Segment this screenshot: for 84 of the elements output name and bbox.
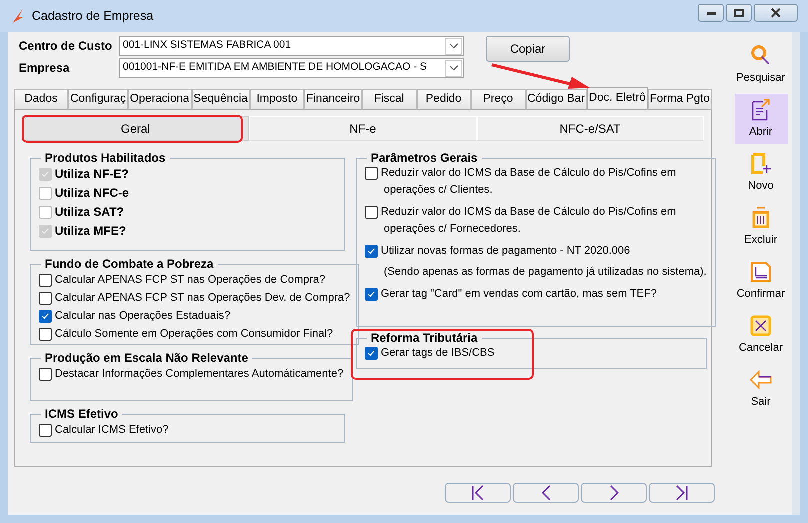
last-record-button[interactable] xyxy=(649,483,715,503)
checkmark-icon xyxy=(41,312,50,320)
dropdown-field[interactable]: 001-LINX SISTEMAS FABRICA 001 xyxy=(119,36,464,56)
checkbox-label: operações c/ Clientes. xyxy=(383,182,494,198)
toolbar-button[interactable]: Pesquisar xyxy=(734,40,788,90)
checkbox-label: Gerar tag "Card" em vendas com cartão, mas sem TEF? xyxy=(381,287,657,302)
toolbar-button[interactable]: Confirmar xyxy=(734,256,788,306)
tab[interactable]: Forma Pgto xyxy=(648,89,712,109)
dropdown-field[interactable]: 001001-NF-E EMITIDA EM AMBIENTE DE HOMOLOGACAO - S xyxy=(119,58,464,78)
checkbox[interactable] xyxy=(39,368,52,380)
checkbox[interactable] xyxy=(365,288,378,301)
checkbox-label: Calcular ICMS Efetivo? xyxy=(55,422,169,438)
checkbox[interactable] xyxy=(39,292,52,304)
checkbox-label: Destacar Informações Complementares Automáticamente? xyxy=(55,366,344,382)
tab[interactable]: NF-e xyxy=(249,116,477,141)
group-title: Reforma Tributária xyxy=(370,331,479,345)
checkbox-label: Calcular nas Operações Estaduais? xyxy=(55,308,230,324)
checkmark-icon xyxy=(367,246,376,256)
last-arrow-icon xyxy=(676,485,688,501)
checkbox[interactable] xyxy=(365,244,378,258)
checkbox-label: Calcular APENAS FCP ST nas Operações Dev. de Compra? xyxy=(55,290,350,306)
window-title: Cadastro de Empresa xyxy=(32,8,154,25)
toolbar-button[interactable]: Abrir xyxy=(734,94,788,144)
group-title: ICMS Efetivo xyxy=(44,407,120,421)
tab[interactable]: Geral xyxy=(22,116,250,141)
checkbox[interactable] xyxy=(365,346,378,360)
group-title: Parâmetros Gerais xyxy=(370,151,479,165)
checkbox-label: Utilizar novas formas de pagamento - NT 2020.006 xyxy=(381,244,630,259)
close-button[interactable] xyxy=(754,4,798,22)
arrow-left-icon xyxy=(749,368,773,392)
checkbox[interactable] xyxy=(39,328,52,340)
cancel-icon xyxy=(749,314,773,338)
checkbox-label: operações c/ Fornecedores. xyxy=(383,222,522,236)
toolbar-button[interactable]: Sair xyxy=(734,364,788,414)
field-label: Centro de Custo xyxy=(19,38,114,55)
first-record-button[interactable] xyxy=(445,483,511,503)
checkbox-label: Reduzir valor do ICMS da Base de Cálculo do Pis/Cofins em xyxy=(381,205,676,220)
group-title: Produção em Escala Não Relevante xyxy=(44,351,250,365)
tab[interactable]: Configuraç xyxy=(68,89,128,109)
checkbox-label: Calcular APENAS FCP ST nas Operações de Compra? xyxy=(55,272,326,288)
toolbar-button[interactable]: Novo xyxy=(734,148,788,198)
tab[interactable]: Código Bar xyxy=(526,89,588,109)
checkbox[interactable] xyxy=(365,166,378,180)
copy-button[interactable]: Copiar xyxy=(486,36,570,62)
field-label: Empresa xyxy=(19,60,71,77)
minimize-button[interactable] xyxy=(698,4,724,22)
tab[interactable]: Sequência xyxy=(192,89,250,109)
tab[interactable]: Operaciona xyxy=(128,89,192,109)
tab[interactable]: Doc. Eletrô xyxy=(587,87,648,109)
tab[interactable]: Financeiro xyxy=(304,89,362,109)
close-icon xyxy=(771,8,781,18)
caret-icon xyxy=(448,43,458,49)
tab[interactable]: Fiscal xyxy=(362,89,417,109)
group-title: Produtos Habilitados xyxy=(44,151,167,165)
checkbox-label: Utiliza NFC-e xyxy=(55,185,130,202)
maximize-button[interactable] xyxy=(726,4,752,22)
checkmark-icon xyxy=(41,170,50,178)
tab[interactable]: Preço xyxy=(471,89,526,109)
tab[interactable]: Imposto xyxy=(250,89,304,109)
checkmark-icon xyxy=(367,290,376,299)
checkbox-label: Utiliza NF-E? xyxy=(55,166,129,183)
tab[interactable]: Dados xyxy=(14,89,68,109)
caret-icon xyxy=(448,65,458,71)
checkbox[interactable] xyxy=(365,206,378,219)
checkbox-label: Reduzir valor do ICMS da Base de Cálculo do Pis/Cofins em xyxy=(381,166,676,181)
checkbox-label: Utiliza SAT? xyxy=(55,204,124,221)
tab[interactable]: Pedido xyxy=(416,89,472,109)
checkmark-icon xyxy=(367,348,376,358)
app-logo-icon xyxy=(10,8,26,24)
toolbar-button[interactable]: Excluir xyxy=(734,202,788,252)
new-document-icon xyxy=(749,152,773,176)
checkbox-label: Gerar tags de IBS/CBS xyxy=(381,346,495,361)
checkbox-label: (Sendo apenas as formas de pagamento já utilizadas no sistema). xyxy=(383,264,707,280)
first-arrow-icon xyxy=(472,485,484,501)
group-title: Fundo de Combate a Pobreza xyxy=(44,257,215,271)
checkbox-label: Cálculo Somente em Operações com Consumidor Final? xyxy=(55,326,334,342)
checkbox[interactable] xyxy=(39,310,52,322)
toolbar-button[interactable]: Cancelar xyxy=(734,310,788,360)
tab[interactable]: NFC-e/SAT xyxy=(476,116,704,141)
checkmark-icon xyxy=(41,226,50,236)
checkbox-label: Utiliza MFE? xyxy=(55,223,126,240)
checkbox[interactable] xyxy=(39,274,52,286)
save-document-icon xyxy=(749,260,773,284)
checkbox[interactable] xyxy=(39,424,52,436)
